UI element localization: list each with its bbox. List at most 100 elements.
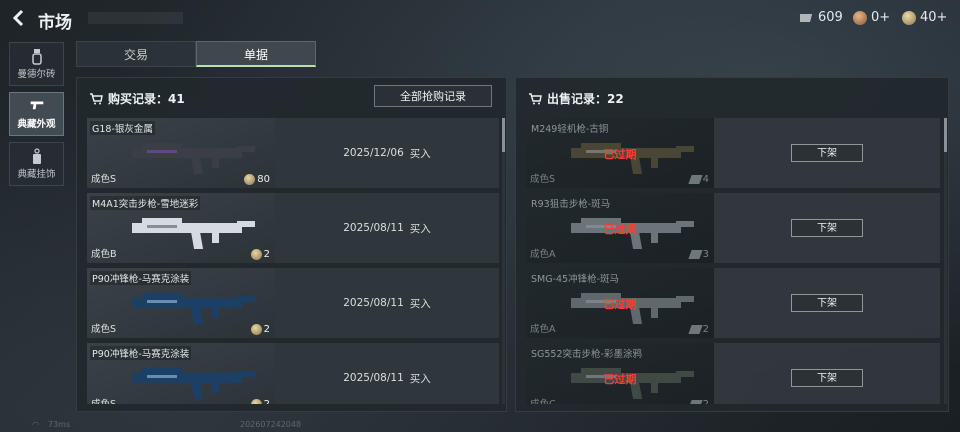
buy-record-info: 2025/08/11 买入 — [275, 268, 499, 338]
item-name: M4A1突击步枪-雪地迷彩 — [90, 196, 201, 210]
item-thumbnail: SG552突击步枪-彩墨涂鸦已过期成色C 2 — [526, 343, 714, 404]
delist-button[interactable]: 下架 — [791, 369, 863, 387]
delist-button[interactable]: 下架 — [791, 294, 863, 312]
item-grade: 成色S — [530, 174, 556, 185]
record-action: 买入 — [409, 147, 431, 160]
delist-button[interactable]: 下架 — [791, 219, 863, 237]
item-thumbnail: P90冲锋枪-马赛克涂装成色S 2 — [87, 343, 275, 404]
weapon-image — [132, 143, 255, 174]
item-thumbnail: SMG-45冲锋枪-斑马 已过期 成色A 2 — [526, 268, 714, 338]
sidebar-item-collection-skins[interactable]: 典藏外观 — [9, 92, 64, 136]
item-price-value: 2 — [264, 399, 270, 404]
currency-tickets-value: 609 — [818, 10, 843, 25]
record-action: 买入 — [409, 297, 431, 310]
delist-button[interactable]: 下架 — [791, 144, 863, 162]
coin-icon — [244, 174, 256, 185]
item-price-value: 80 — [257, 174, 270, 185]
sell-record-row[interactable]: M249轻机枪-古铜已过期成色S 4 下架 — [526, 118, 940, 188]
all-snapup-records-button[interactable]: 全部抢购记录 — [374, 85, 492, 107]
status-footer: ◠ 73ms 202607242048 — [0, 420, 960, 432]
expired-status: 已过期 — [603, 148, 637, 161]
currency-medals[interactable]: 0+ — [853, 10, 890, 25]
sidebar-item-label: 典藏挂饰 — [17, 169, 56, 180]
scrollbar-thumb[interactable] — [502, 118, 505, 152]
buy-record-row[interactable]: M4A1突击步枪-雪地迷彩 成色B 2 2025/08/11 买入 — [87, 193, 499, 263]
buy-record-info: 2025/12/06 买入 — [275, 118, 499, 188]
tab-trade[interactable]: 交易 — [76, 41, 196, 67]
item-price: 2 — [250, 324, 270, 335]
record-action: 买入 — [409, 372, 431, 385]
sell-record-info: 下架 — [714, 193, 940, 263]
record-date: 2025/08/11 — [343, 372, 404, 384]
item-price-value: 2 — [263, 324, 270, 335]
sell-records-panel: 出售记录：22 M249轻机枪-古铜 已过期 成色S 4 下架 R93狙击步枪-斑马 已过期… — [515, 77, 949, 412]
coin-icon — [250, 249, 262, 260]
buy-record-info: 2025/08/11 买入 — [275, 193, 499, 263]
coin-icon — [250, 399, 262, 404]
currency-medals-value: 0+ — [871, 10, 891, 25]
item-thumbnail: R93狙击步枪-斑马 已过期 成色A 3 — [526, 193, 714, 263]
category-sidebar: 曼德尔砖 典藏外观 典藏挂饰 — [9, 42, 64, 192]
item-name: SG552突击步枪-彩墨涂鸦 — [531, 349, 642, 360]
buy-records-list: G18-银灰金属 成色S 80 2025/12/06 买入 M4A1突击步枪-雪地迷彩 成色… — [87, 118, 499, 404]
item-grade: 成色C — [530, 396, 556, 404]
record-action: 买入 — [409, 222, 431, 235]
sell-record-row[interactable]: SG552突击步枪-彩墨涂鸦已过期成色C 2 下架 — [526, 343, 940, 404]
sell-record-info: 下架 — [714, 343, 940, 404]
sidebar-item-collection-pendants[interactable]: 典藏挂饰 — [9, 142, 64, 186]
item-name: SMG-45冲锋枪-斑马 — [531, 274, 620, 285]
expired-status: 已过期 — [603, 223, 637, 236]
currency-tickets[interactable]: 609 — [800, 10, 843, 25]
item-thumbnail: P90冲锋枪-马赛克涂装成色S 2 — [87, 268, 275, 338]
ticket-icon — [687, 250, 703, 259]
record-date: 2025/12/06 — [343, 147, 404, 159]
buy-list-scrollbar[interactable] — [502, 118, 505, 404]
wifi-icon: ◠ — [32, 420, 39, 429]
sidebar-item-label: 曼德尔砖 — [17, 69, 56, 80]
buy-record-row[interactable]: G18-银灰金属 成色S 80 2025/12/06 买入 — [87, 118, 499, 188]
weapon-image — [132, 368, 255, 399]
item-price-value: 2 — [703, 399, 709, 404]
ticket-icon — [800, 13, 813, 22]
top-bar: 市场 609 0+ 40+ — [0, 0, 960, 36]
item-name: P90冲锋枪-马赛克涂装 — [90, 271, 192, 285]
item-name: P90冲锋枪-马赛克涂装 — [90, 346, 192, 360]
sell-records-list: M249轻机枪-古铜 已过期 成色S 4 下架 R93狙击步枪-斑马 已过期 成色A 3 下架 SM… — [526, 118, 940, 404]
item-price: 2 — [687, 324, 709, 335]
tab-bar: 交易 单据 — [76, 41, 316, 67]
currency-coins[interactable]: 40+ — [902, 10, 947, 25]
sell-record-info: 下架 — [714, 268, 940, 338]
bottle-icon — [32, 49, 42, 65]
sidebar-item-label: 典藏外观 — [17, 119, 56, 130]
back-arrow-icon[interactable] — [10, 9, 28, 27]
cart-icon — [90, 92, 103, 104]
item-grade: 成色S — [91, 324, 117, 335]
scrollbar-thumb[interactable] — [944, 118, 947, 152]
item-grade: 成色S — [91, 396, 116, 404]
buy-record-row[interactable]: P90冲锋枪-马赛克涂装成色S 2 2025/08/11 买入 — [87, 343, 499, 404]
build-id-text: 202607242048 — [240, 420, 302, 429]
item-grade: 成色B — [91, 249, 117, 260]
item-grade: 成色A — [530, 324, 556, 335]
buy-records-title: 购买记录：41 — [108, 92, 185, 106]
item-price-value: 4 — [702, 174, 709, 185]
sell-records-title: 出售记录：22 — [547, 92, 624, 106]
item-price-value: 2 — [702, 324, 709, 335]
sell-record-row[interactable]: SMG-45冲锋枪-斑马 已过期 成色A 2 下架 — [526, 268, 940, 338]
sell-record-row[interactable]: R93狙击步枪-斑马 已过期 成色A 3 下架 — [526, 193, 940, 263]
item-name: G18-银灰金属 — [90, 121, 155, 135]
sidebar-item-mandel-brick[interactable]: 曼德尔砖 — [9, 42, 64, 86]
item-name: R93狙击步枪-斑马 — [531, 199, 611, 210]
item-price: 2 — [250, 249, 270, 260]
buy-records-panel: 购买记录：41 全部抢购记录 G18-银灰金属 成色S 80 2025/12/06 买入… — [76, 77, 507, 412]
buy-record-info: 2025/08/11 买入 — [275, 343, 499, 404]
sell-list-scrollbar[interactable] — [944, 118, 947, 404]
item-thumbnail: M249轻机枪-古铜已过期成色S 4 — [526, 118, 714, 188]
item-price-value: 3 — [702, 249, 709, 260]
page-title: 市场 — [38, 13, 72, 33]
buy-record-row[interactable]: P90冲锋枪-马赛克涂装成色S 2 2025/08/11 买入 — [87, 268, 499, 338]
tab-records[interactable]: 单据 — [196, 41, 316, 67]
ticket-icon — [687, 175, 703, 184]
record-date: 2025/08/11 — [343, 222, 404, 234]
item-name: M249轻机枪-古铜 — [531, 124, 609, 135]
